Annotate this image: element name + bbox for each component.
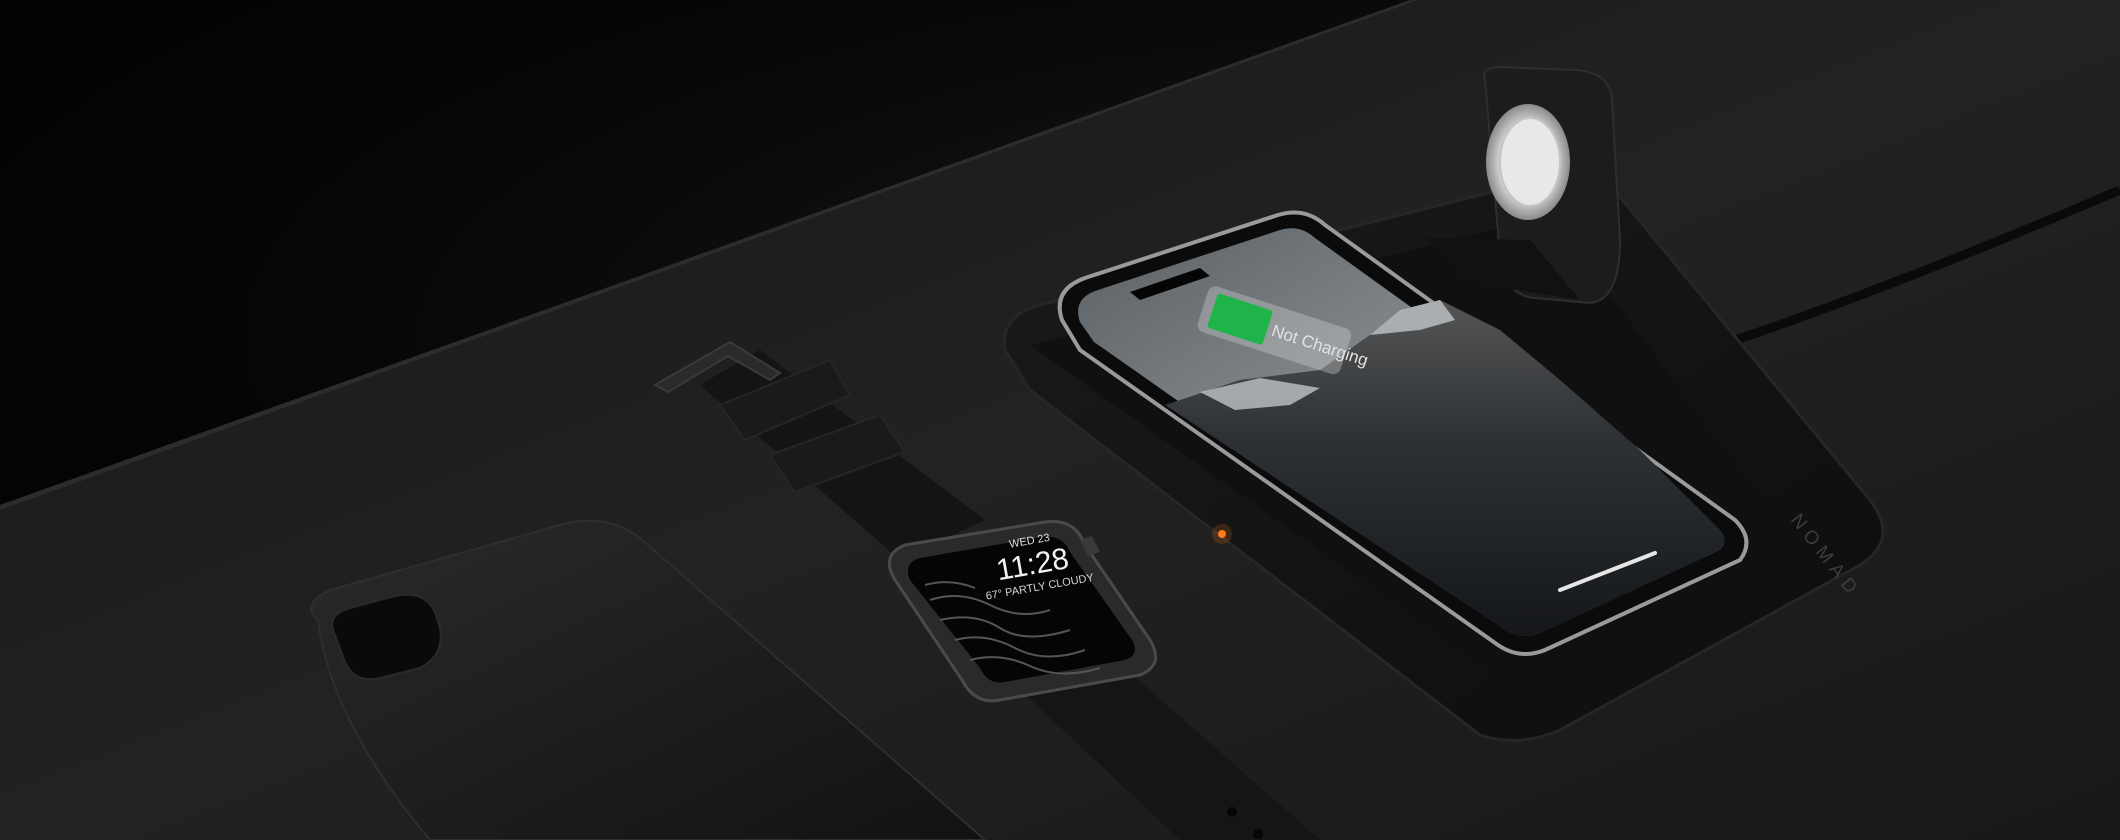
strap-hole <box>1227 807 1237 817</box>
strap-hole <box>1253 829 1263 839</box>
photo-canvas: NOMAD Not Charging WED 23 11:28 67° PART… <box>0 0 2120 840</box>
watch-charging-puck-inner <box>1499 117 1561 207</box>
product-photo: NOMAD Not Charging WED 23 11:28 67° PART… <box>0 0 2120 840</box>
status-led-glow <box>1212 524 1232 544</box>
